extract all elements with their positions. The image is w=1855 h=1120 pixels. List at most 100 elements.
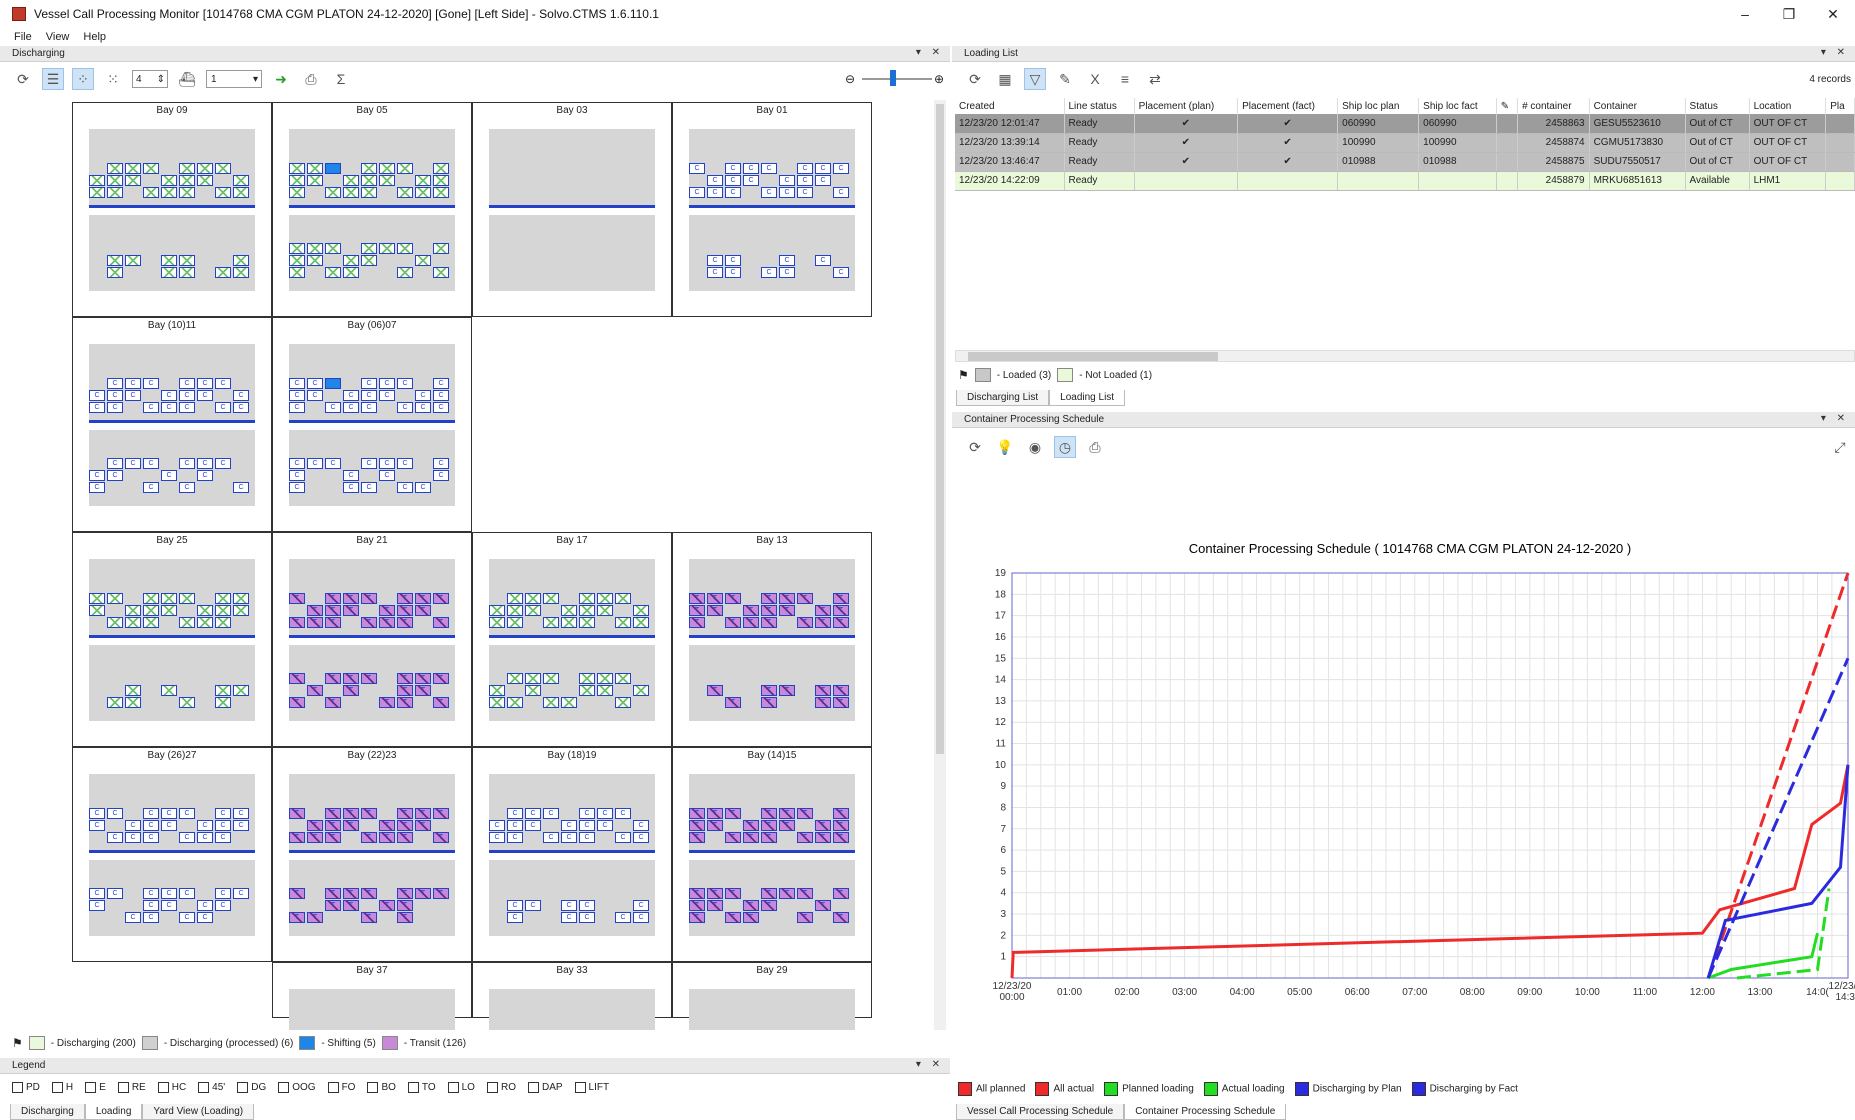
- excel-icon[interactable]: X: [1084, 68, 1106, 90]
- container-slot[interactable]: [633, 617, 649, 628]
- close-button[interactable]: ✕: [1811, 0, 1855, 28]
- container-slot[interactable]: T: [343, 808, 359, 819]
- col-container-num[interactable]: # container: [1517, 98, 1590, 114]
- container-slot[interactable]: [179, 617, 195, 628]
- container-slot[interactable]: [579, 593, 595, 604]
- col-line-status[interactable]: Line status: [1064, 98, 1135, 114]
- container-slot[interactable]: T: [689, 593, 705, 604]
- container-slot[interactable]: C: [215, 832, 231, 843]
- container-slot[interactable]: [507, 593, 523, 604]
- container-slot[interactable]: C: [161, 888, 177, 899]
- container-slot[interactable]: [233, 605, 249, 616]
- container-slot[interactable]: T: [379, 617, 395, 628]
- container-slot[interactable]: C: [179, 390, 195, 401]
- container-slot[interactable]: T: [725, 617, 741, 628]
- container-slot[interactable]: T: [743, 900, 759, 911]
- container-slot[interactable]: C: [233, 820, 249, 831]
- container-slot[interactable]: C: [125, 378, 141, 389]
- container-slot[interactable]: C: [215, 402, 231, 413]
- container-slot[interactable]: T: [833, 617, 849, 628]
- container-slot[interactable]: C: [197, 820, 213, 831]
- container-slot[interactable]: C: [197, 912, 213, 923]
- container-slot[interactable]: T: [397, 605, 413, 616]
- container-slot[interactable]: C: [633, 900, 649, 911]
- bay-grid[interactable]: Bay (22)23 T T T T T T T T T T T T T T T T T T T T T T T T T T T T T T…: [272, 747, 472, 962]
- container-slot[interactable]: C: [743, 163, 759, 174]
- container-slot[interactable]: [489, 605, 505, 616]
- container-slot[interactable]: T: [779, 605, 795, 616]
- container-slot[interactable]: C: [125, 390, 141, 401]
- container-slot[interactable]: C: [125, 820, 141, 831]
- container-slot[interactable]: [615, 673, 631, 684]
- container-slot[interactable]: T: [815, 697, 831, 708]
- container-slot[interactable]: T: [307, 912, 323, 923]
- container-slot[interactable]: C: [433, 402, 449, 413]
- container-slot[interactable]: T: [689, 808, 705, 819]
- container-slot[interactable]: [215, 187, 231, 198]
- container-slot[interactable]: C: [561, 912, 577, 923]
- bay-grid[interactable]: Bay 01 C C C C C C C C C C C C C C C C C C C C C C C C C C C C C: [672, 102, 872, 317]
- container-slot[interactable]: T: [433, 808, 449, 819]
- tab-vessel-schedule[interactable]: Vessel Call Processing Schedule: [956, 1104, 1125, 1120]
- container-slot[interactable]: [343, 175, 359, 186]
- container-slot[interactable]: C: [161, 820, 177, 831]
- container-slot[interactable]: C: [179, 832, 195, 843]
- container-slot[interactable]: T: [707, 685, 723, 696]
- container-slot[interactable]: T: [725, 832, 741, 843]
- container-slot[interactable]: C: [379, 458, 395, 469]
- container-slot[interactable]: T: [289, 697, 305, 708]
- container-slot[interactable]: C: [397, 482, 413, 493]
- container-slot[interactable]: T: [833, 685, 849, 696]
- container-slot[interactable]: C: [397, 378, 413, 389]
- container-slot[interactable]: C: [833, 163, 849, 174]
- panel-controls[interactable]: ▾ ✕: [1821, 413, 1849, 424]
- container-slot[interactable]: C: [215, 378, 231, 389]
- container-slot[interactable]: T: [289, 912, 305, 923]
- container-slot[interactable]: C: [761, 163, 777, 174]
- container-slot[interactable]: [233, 187, 249, 198]
- container-slot[interactable]: C: [761, 187, 777, 198]
- fit-icon[interactable]: ⤢: [1829, 436, 1851, 458]
- container-slot[interactable]: T: [433, 617, 449, 628]
- container-slot[interactable]: [215, 267, 231, 278]
- bay-grid[interactable]: Bay (18)19 C C C C C C C C C C C C C C C C C C C C C C C C C C C C C C: [472, 747, 672, 962]
- container-slot[interactable]: C: [379, 390, 395, 401]
- container-slot[interactable]: T: [343, 900, 359, 911]
- tab-discharging-list[interactable]: Discharging List: [956, 390, 1050, 406]
- ship-icon[interactable]: ⛴: [176, 68, 198, 90]
- container-slot[interactable]: C: [107, 390, 123, 401]
- clock-icon[interactable]: ◷: [1054, 436, 1076, 458]
- container-slot[interactable]: [233, 267, 249, 278]
- calendar-icon[interactable]: ▦: [994, 68, 1016, 90]
- container-slot[interactable]: T: [725, 808, 741, 819]
- container-slot[interactable]: [597, 593, 613, 604]
- container-slot[interactable]: C: [415, 402, 431, 413]
- container-slot[interactable]: C: [197, 390, 213, 401]
- container-slot[interactable]: C: [707, 187, 723, 198]
- container-slot[interactable]: T: [433, 673, 449, 684]
- container-slot[interactable]: C: [143, 900, 159, 911]
- bay-grid[interactable]: Bay 17: [472, 532, 672, 747]
- zoom-slider[interactable]: [862, 78, 932, 80]
- container-slot[interactable]: T: [815, 832, 831, 843]
- container-slot[interactable]: T: [361, 808, 377, 819]
- container-slot[interactable]: [433, 163, 449, 174]
- container-slot[interactable]: C: [543, 832, 559, 843]
- container-slot[interactable]: C: [397, 402, 413, 413]
- container-slot[interactable]: T: [761, 605, 777, 616]
- tab-loading-list[interactable]: Loading List: [1049, 390, 1126, 406]
- container-slot[interactable]: C: [289, 390, 305, 401]
- container-slot[interactable]: C: [289, 470, 305, 481]
- container-slot[interactable]: T: [833, 605, 849, 616]
- table-row[interactable]: 12/23/20 13:39:14 Ready ✔ ✔ 100990 100990 2458…: [955, 133, 1855, 153]
- container-slot[interactable]: [143, 163, 159, 174]
- container-slot[interactable]: T: [361, 888, 377, 899]
- container-slot[interactable]: [397, 163, 413, 174]
- container-slot[interactable]: C: [561, 820, 577, 831]
- container-slot[interactable]: T: [725, 888, 741, 899]
- container-slot[interactable]: C: [89, 900, 105, 911]
- container-slot[interactable]: T: [325, 808, 341, 819]
- container-slot[interactable]: [561, 617, 577, 628]
- container-slot[interactable]: T: [725, 697, 741, 708]
- container-slot[interactable]: T: [833, 808, 849, 819]
